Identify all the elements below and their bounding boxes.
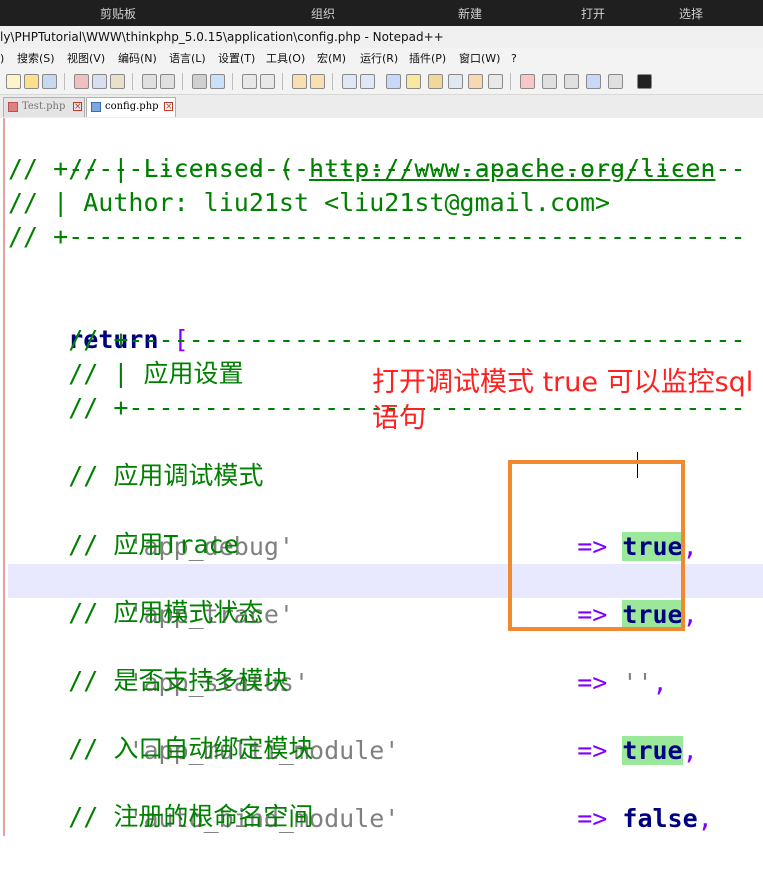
folder-workspace-icon[interactable] — [468, 74, 483, 89]
replace-icon[interactable] — [210, 74, 225, 89]
copy-icon[interactable] — [92, 74, 107, 89]
title-bar: ly\PHPTutorial\WWW\thinkphp_5.0.15\appli… — [0, 26, 763, 48]
monitor-icon[interactable] — [488, 74, 503, 89]
fold-margin — [3, 118, 5, 836]
menu-item-tools[interactable]: 工具(O) — [266, 53, 305, 65]
ribbon-select[interactable]: 选择 — [679, 7, 703, 21]
code-line: // | Author: liu21st <liu21st@gmail.com> — [8, 188, 611, 217]
menu-item-run[interactable]: 运行(R) — [360, 53, 398, 65]
menu-item-file-tail[interactable]: ) — [0, 53, 4, 65]
code-line: 'app_multi_module' — [68, 736, 400, 765]
code-line: 'app_debug' — [68, 532, 294, 561]
annotation-text: 打开调试模式 true 可以监控sql语句 — [372, 367, 754, 434]
code-line: // 入口自动绑定模块 — [8, 734, 314, 763]
menu-item-encoding[interactable]: 编码(N) — [118, 53, 157, 65]
tab-label: config.php — [105, 101, 159, 112]
toolbar-separator — [182, 73, 183, 90]
menu-item-plugins[interactable]: 插件(P) — [409, 53, 446, 65]
menu-item-language[interactable]: 语言(L) — [169, 53, 206, 65]
code-line: // | Licensed ( http://www.apache.org/li… — [68, 154, 716, 183]
code-line: // | 应用设置 — [8, 359, 244, 388]
undo-icon[interactable] — [142, 74, 157, 89]
tab-test-php[interactable]: Test.php × — [3, 97, 85, 117]
close-tab-icon[interactable]: × — [73, 102, 82, 112]
toolbar-separator — [132, 73, 133, 90]
code-line: // +------------------------------------… — [8, 154, 746, 183]
code-line: // +------------------------------------… — [8, 222, 746, 251]
paste-icon[interactable] — [110, 74, 125, 89]
toolbar — [0, 70, 763, 95]
menu-item-settings[interactable]: 设置(T) — [218, 53, 255, 65]
code-line: 'auto_bind_module' — [68, 804, 400, 833]
word-wrap-icon[interactable] — [342, 74, 357, 89]
sync-horizontal-icon[interactable] — [310, 74, 325, 89]
explorer-ribbon: 剪贴板 组织 新建 打开 选择 — [0, 0, 763, 26]
code-line-value: => '', — [577, 668, 668, 697]
zoom-out-icon[interactable] — [260, 74, 275, 89]
toolbar-separator — [64, 73, 65, 90]
file-modified-icon — [8, 102, 18, 112]
show-all-chars-icon[interactable] — [360, 74, 375, 89]
close-tab-icon[interactable]: × — [164, 102, 173, 112]
stop-macro-icon[interactable] — [542, 74, 557, 89]
find-icon[interactable] — [192, 74, 207, 89]
code-line: // 应用模式状态 — [8, 598, 264, 627]
ribbon-new[interactable]: 新建 — [458, 7, 482, 21]
menu-bar: ) 搜索(S) 视图(V) 编码(N) 语言(L) 设置(T) 工具(O) 宏(… — [0, 48, 763, 70]
run-macro-multiple-icon[interactable] — [586, 74, 601, 89]
tab-bar: Test.php × config.php × — [0, 95, 763, 119]
code-line: // 应用Trace — [8, 530, 239, 559]
zoom-in-icon[interactable] — [242, 74, 257, 89]
save-icon[interactable] — [42, 74, 57, 89]
code-line: // 注册的根命名空间 — [8, 802, 314, 831]
toolbar-separator — [510, 73, 511, 90]
save-macro-icon[interactable] — [608, 74, 623, 89]
redo-icon[interactable] — [160, 74, 175, 89]
tab-label: Test.php — [22, 101, 66, 112]
tab-config-php[interactable]: config.php × — [86, 97, 176, 117]
play-macro-icon[interactable] — [564, 74, 579, 89]
toolbar-separator — [332, 73, 333, 90]
sync-vertical-icon[interactable] — [292, 74, 307, 89]
new-file-icon[interactable] — [6, 74, 21, 89]
menu-item-search[interactable]: 搜索(S) — [17, 53, 55, 65]
language-icon[interactable] — [406, 74, 421, 89]
code-line-value: => true, — [577, 736, 698, 765]
code-line: 'app_status' — [68, 668, 310, 697]
code-line: // +------------------------------------… — [8, 325, 746, 354]
code-line: // 是否支持多模块 — [8, 666, 289, 695]
ribbon-clipboard[interactable]: 剪贴板 — [100, 7, 136, 21]
menu-item-help[interactable]: ? — [511, 53, 517, 65]
code-line: // 应用调试模式 — [8, 461, 264, 490]
indent-guide-icon[interactable] — [386, 74, 401, 89]
window-title: ly\PHPTutorial\WWW\thinkphp_5.0.15\appli… — [0, 30, 444, 44]
highlight-box — [508, 460, 685, 631]
record-macro-icon[interactable] — [520, 74, 535, 89]
open-file-icon[interactable] — [24, 74, 39, 89]
code-line-value: => false, — [577, 804, 713, 833]
ribbon-open[interactable]: 打开 — [581, 7, 605, 21]
ribbon-organize[interactable]: 组织 — [311, 7, 335, 21]
cut-icon[interactable] — [74, 74, 89, 89]
function-list-icon[interactable] — [448, 74, 463, 89]
toolbar-separator — [232, 73, 233, 90]
toolbar-separator — [282, 73, 283, 90]
code-line: 'app_trace' — [68, 600, 294, 629]
code-line: return [ — [68, 325, 189, 354]
menu-item-window[interactable]: 窗口(W) — [459, 53, 500, 65]
menu-item-view[interactable]: 视图(V) — [67, 53, 105, 65]
console-icon[interactable] — [637, 74, 652, 89]
file-saved-icon — [91, 102, 101, 112]
doc-map-icon[interactable] — [428, 74, 443, 89]
menu-item-macro[interactable]: 宏(M) — [317, 53, 346, 65]
